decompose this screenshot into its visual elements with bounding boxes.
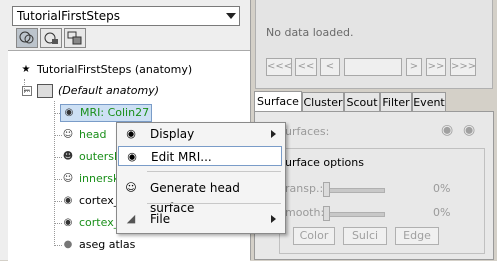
atlas-icon: ● (63, 239, 73, 250)
tool-tabs: Surface Cluster Scout Filter Event (254, 91, 492, 112)
tree-item-label: innersk (79, 172, 120, 185)
smooth-slider[interactable] (325, 212, 385, 217)
tree-item-label: cortex_ (79, 194, 120, 207)
menu-separator (147, 171, 281, 172)
tree-item-label: head (79, 128, 107, 141)
functional-view-button[interactable] (40, 28, 62, 48)
transparency-value: 0% (433, 182, 451, 195)
nav-forward-fast-button[interactable]: >> (426, 58, 446, 76)
tree-subject-label: (Default anatomy) (58, 84, 159, 97)
tree-item-aseg-atlas[interactable]: ● aseg atlas (62, 236, 136, 254)
brain-data-icon (44, 32, 58, 44)
menu-item-generate-head-surface[interactable]: ☺ Generate head surface (118, 178, 282, 215)
smooth-slider-handle[interactable] (323, 206, 330, 221)
tree-item-label: outersk (79, 150, 121, 163)
menu-separator (147, 203, 281, 204)
file-icon: ◢ (126, 212, 136, 225)
tab-surface[interactable]: Surface (254, 91, 302, 112)
edge-button[interactable]: Edge (395, 227, 439, 245)
tree-root-protocol[interactable]: ★ TutorialFirstSteps (anatomy) (20, 61, 193, 79)
tab-filter[interactable]: Filter (380, 92, 412, 111)
tree-subject[interactable]: − (Default anatomy) (22, 82, 159, 100)
skull-icon: ☺ (62, 173, 74, 184)
tree-item-cortex-2[interactable]: ◉ cortex_ (62, 214, 120, 232)
tree-item-label: cortex_ (79, 216, 120, 229)
tab-event[interactable]: Event (412, 92, 446, 111)
head-icon: ☺ (62, 129, 74, 140)
mri-icon: ◉ (127, 150, 137, 163)
tree-item-label: aseg atlas (79, 238, 136, 251)
transparency-label: ransp.: (285, 182, 324, 195)
menu-item-label: Display (150, 127, 195, 141)
menu-item-label: File (150, 212, 171, 226)
tab-cluster[interactable]: Cluster (302, 92, 344, 111)
results-view-button[interactable] (64, 28, 86, 48)
nav-first-button[interactable]: <<< (266, 58, 292, 76)
cortex-icon: ◉ (63, 195, 73, 206)
brain-icon (19, 31, 34, 44)
menu-item-edit-mri[interactable]: ◉ Edit MRI... (118, 146, 282, 166)
tree-item-label: MRI: Colin27 (80, 106, 150, 119)
skull-icon: ☻ (62, 151, 74, 162)
data-viewer: No data loaded. <<< << < > >> >>> (255, 0, 493, 89)
subject-icon (37, 84, 53, 98)
submenu-arrow-icon (271, 215, 276, 223)
tree-item-head[interactable]: ☺ head (62, 126, 107, 144)
head-icon: ☺ (125, 181, 137, 194)
nav-back-fast-button[interactable]: << (295, 58, 317, 76)
nav-position-field[interactable] (344, 58, 402, 76)
smooth-label: mooth: (285, 206, 325, 219)
menu-item-file[interactable]: ◢ File (118, 209, 282, 229)
collapse-icon[interactable]: − (22, 86, 32, 96)
tree-item-cortex-1[interactable]: ◉ cortex_ (62, 192, 120, 210)
mri-icon: ◉ (126, 127, 136, 140)
tree-root-label: TutorialFirstSteps (anatomy) (37, 63, 193, 76)
sulci-button[interactable]: Sulci (343, 227, 387, 245)
cortex-icon: ◉ (63, 217, 73, 228)
no-data-message: No data loaded. (266, 26, 354, 39)
surface-options-title: urface options (285, 156, 364, 169)
context-menu: ◉ Display ◉ Edit MRI... ☺ Generate head … (116, 122, 286, 234)
surface-tab-panel: urfaces: ◉ ◉ urface options ransp.: 0% m… (254, 111, 494, 260)
menu-item-display[interactable]: ◉ Display (118, 124, 282, 144)
tab-scout[interactable]: Scout (344, 92, 380, 111)
smooth-value: 0% (433, 206, 451, 219)
tree-item-innerskull[interactable]: ☺ innersk (62, 170, 120, 188)
mri-icon: ◉ (64, 107, 74, 118)
chevron-down-icon[interactable] (226, 13, 236, 19)
remove-surface-icon[interactable]: ◉ (463, 122, 475, 138)
color-button[interactable]: Color (293, 227, 335, 245)
tree-item-outerskull[interactable]: ☻ outersk (62, 148, 121, 166)
anatomy-view-button[interactable] (16, 28, 38, 48)
protocol-select[interactable]: TutorialFirstSteps (12, 6, 240, 26)
surfaces-label: urfaces: (285, 125, 330, 138)
tree-item-mri[interactable]: ◉ MRI: Colin27 (60, 104, 153, 122)
menu-item-label: Edit MRI... (151, 150, 212, 164)
nav-forward-button[interactable]: > (406, 58, 422, 76)
results-icon (67, 31, 82, 45)
nav-last-button[interactable]: >>> (450, 58, 476, 76)
transparency-slider-handle[interactable] (323, 182, 330, 197)
protocol-select-value: TutorialFirstSteps (17, 9, 120, 23)
nav-back-button[interactable]: < (320, 58, 340, 76)
submenu-arrow-icon (271, 130, 276, 138)
add-surface-icon[interactable]: ◉ (441, 122, 453, 138)
transparency-slider[interactable] (325, 188, 385, 193)
brain-icon: ★ (21, 64, 31, 75)
